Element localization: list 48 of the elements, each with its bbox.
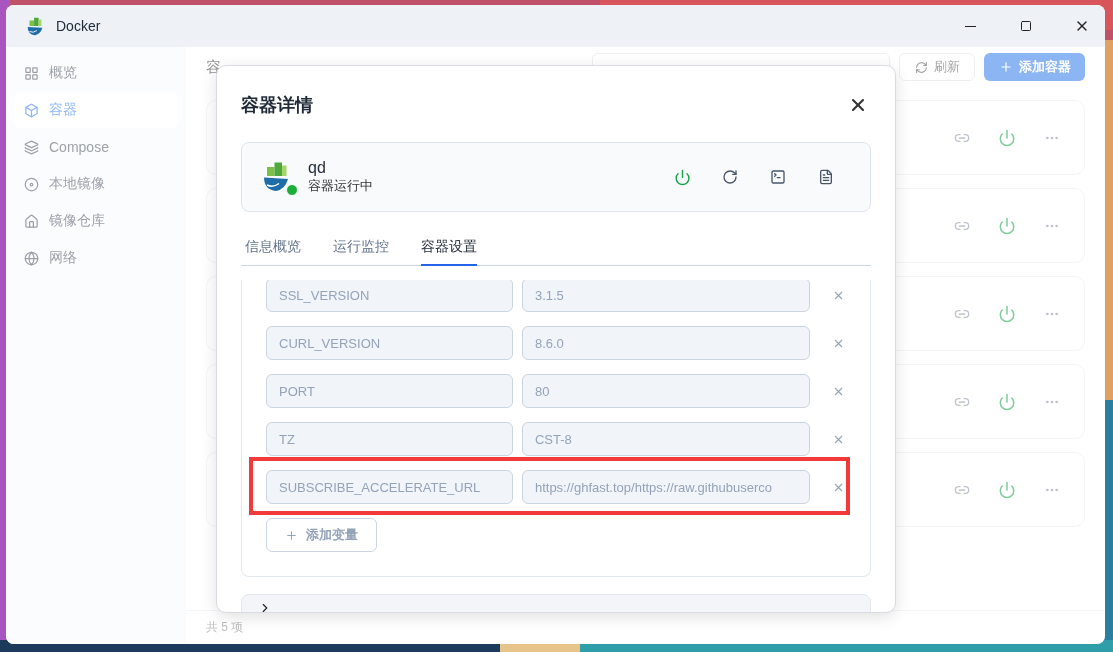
sidebar-item[interactable]: 本地镜像 [14, 166, 178, 202]
container-name: qd [308, 159, 327, 177]
sidebar-item[interactable]: 镜像仓库 [14, 203, 178, 239]
restart-icon [722, 169, 738, 185]
plus-icon [998, 60, 1013, 74]
maximize-icon [1020, 20, 1032, 32]
window-title: Docker [56, 18, 102, 34]
terminal-icon [770, 169, 786, 185]
refresh-icon [914, 60, 928, 74]
page-title: 容 [206, 57, 222, 77]
refresh-button[interactable]: 刷新 [899, 53, 975, 81]
variable-value-field[interactable]: https://ghfast.top/https://raw.githubuserco [521, 470, 810, 504]
variable-name-field[interactable]: SUBSCRIBE_ACCELERATE_URL [266, 470, 513, 504]
tab[interactable]: 运行监控 [333, 230, 389, 266]
power-icon[interactable] [998, 392, 1016, 411]
globe-icon [24, 250, 39, 266]
container-status: 容器运行中 [308, 177, 374, 195]
grid-icon [24, 65, 39, 81]
sidebar-item[interactable]: 容器 [14, 92, 178, 128]
item-count: 共 5 项 [206, 619, 244, 636]
layers-icon [24, 139, 39, 155]
variable-value-field[interactable]: 3.1.5 [521, 280, 810, 312]
sidebar-item[interactable]: 网络 [14, 240, 178, 276]
power-icon [673, 168, 691, 186]
variable-name-field[interactable]: TZ [266, 422, 513, 456]
variable-name-field[interactable]: SSL_VERSION [266, 280, 513, 312]
plus-icon [285, 528, 298, 542]
variable-name-field[interactable]: PORT [266, 374, 513, 408]
document-icon [818, 169, 834, 185]
variable-value-field[interactable]: CST-8 [521, 422, 810, 456]
sidebar-item[interactable]: 概览 [14, 55, 178, 91]
power-icon[interactable] [998, 304, 1016, 323]
add-variable-button[interactable]: 添加变量 [266, 518, 377, 552]
tab[interactable]: 容器设置 [421, 230, 477, 266]
tab[interactable]: 信息概览 [245, 230, 301, 266]
sidebar-item[interactable]: Compose [14, 129, 178, 165]
cube-icon [24, 102, 39, 118]
power-icon[interactable] [998, 480, 1016, 499]
dialog-title: 容器详情 [241, 94, 313, 117]
power-icon[interactable] [998, 128, 1016, 147]
power-icon[interactable] [998, 216, 1016, 235]
disc-icon [24, 176, 39, 192]
variable-name-field[interactable]: CURL_VERSION [266, 326, 513, 360]
house-icon [24, 213, 39, 229]
variable-value-field[interactable]: 80 [521, 374, 810, 408]
add-container-button[interactable]: 添加容器 [984, 53, 1085, 81]
variable-value-field[interactable]: 8.6.0 [521, 326, 810, 360]
minimize-icon [964, 25, 976, 27]
